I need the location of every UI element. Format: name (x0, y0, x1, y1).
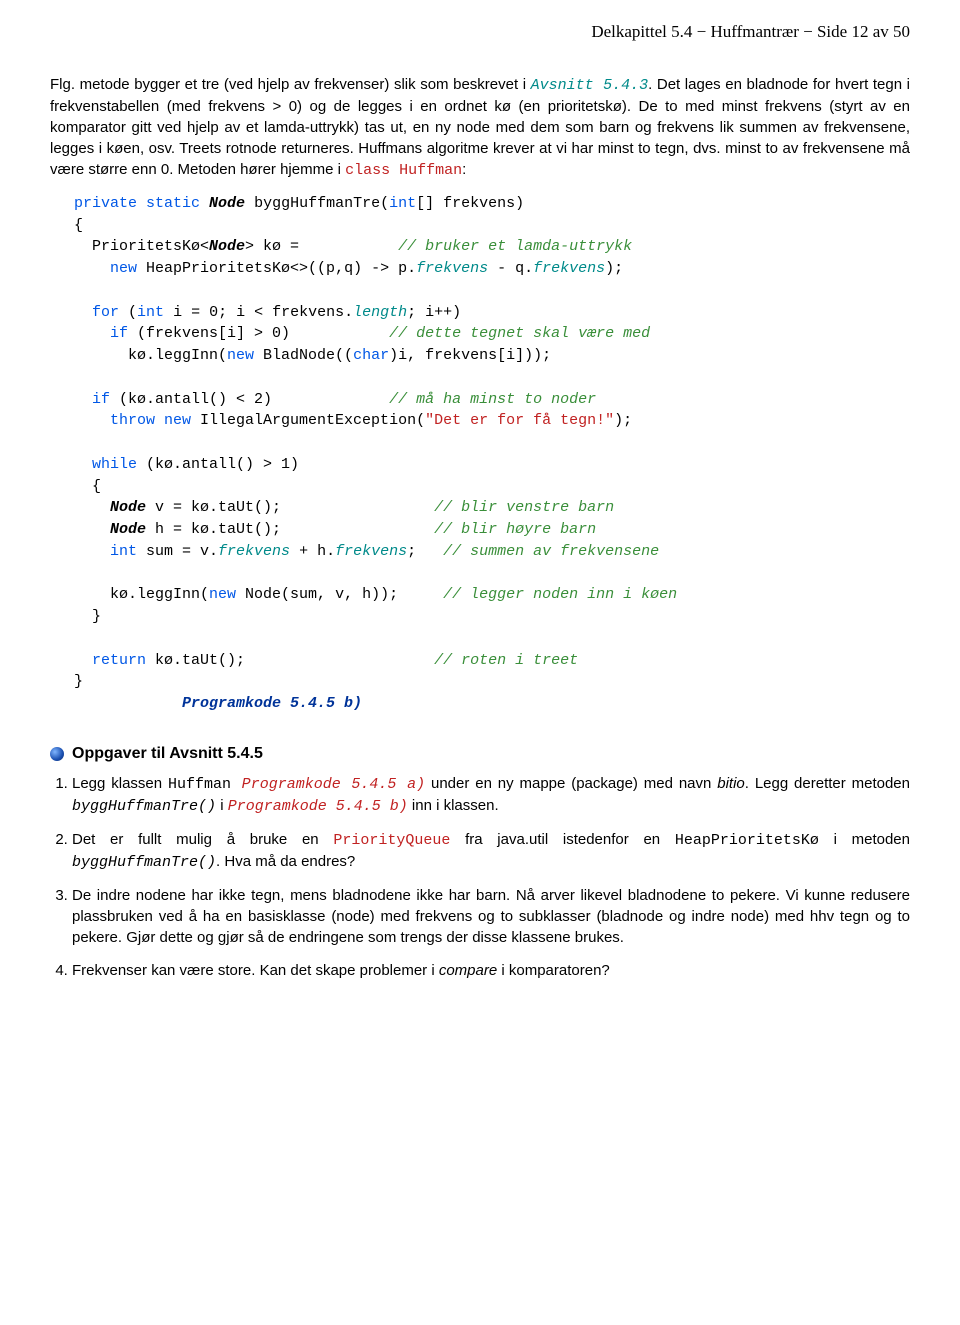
code-block: private static Node byggHuffmanTre(int[]… (74, 193, 910, 715)
task1-b: Huffman (168, 776, 231, 793)
task2-f: byggHuffmanTre() (72, 854, 216, 871)
task1-d: under en ny mappe (package) med navn (425, 775, 717, 792)
task-3: De indre nodene har ikke tegn, mens blad… (72, 885, 910, 948)
section-title-text: Oppgaver til Avsnitt 5.4.5 (72, 745, 263, 762)
task1-e: bitio (717, 775, 745, 792)
intro-paragraph: Flg. metode bygger et tre (ved hjelp av … (50, 74, 910, 181)
task4-a: Frekvenser kan være store. Kan det skape… (72, 962, 439, 979)
task2-b: PriorityQueue (333, 832, 450, 849)
task1-i-link[interactable]: Programkode 5.4.5 b) (228, 798, 408, 815)
intro-text-c: : (462, 161, 466, 178)
task2-g: . Hva må da endres? (216, 853, 355, 870)
task4-c: i komparatoren? (497, 962, 610, 979)
task-1: Legg klassen Huffman Programkode 5.4.5 a… (72, 773, 910, 817)
task1-j: inn i klassen. (408, 797, 499, 814)
class-huffman-ref: class Huffman (345, 162, 462, 179)
task-list: Legg klassen Huffman Programkode 5.4.5 a… (50, 773, 910, 981)
task2-a: Det er fullt mulig å bruke en (72, 831, 333, 848)
page-header: Delkapittel 5.4 − Huffmantrær − Side 12 … (50, 20, 910, 44)
intro-text-a: Flg. metode bygger et tre (ved hjelp av … (50, 76, 531, 93)
task1-a: Legg klassen (72, 775, 168, 792)
bullet-icon (50, 747, 64, 761)
task1-g: byggHuffmanTre() (72, 798, 216, 815)
task2-e: i metoden (819, 831, 910, 848)
task1-f: . Legg deretter metoden (745, 775, 910, 792)
section-title: Oppgaver til Avsnitt 5.4.5 (50, 743, 910, 765)
task-2: Det er fullt mulig å bruke en PriorityQu… (72, 829, 910, 873)
code-caption: Programkode 5.4.5 b) (182, 695, 362, 712)
task2-d: HeapPrioritetsKø (675, 832, 819, 849)
task1-c-link[interactable]: Programkode 5.4.5 a) (231, 776, 425, 793)
task4-b: compare (439, 962, 497, 979)
task1-h: i (216, 797, 228, 814)
link-avsnitt[interactable]: Avsnitt 5.4.3 (531, 77, 648, 94)
task-4: Frekvenser kan være store. Kan det skape… (72, 960, 910, 981)
task2-c: fra java.util istedenfor en (450, 831, 674, 848)
